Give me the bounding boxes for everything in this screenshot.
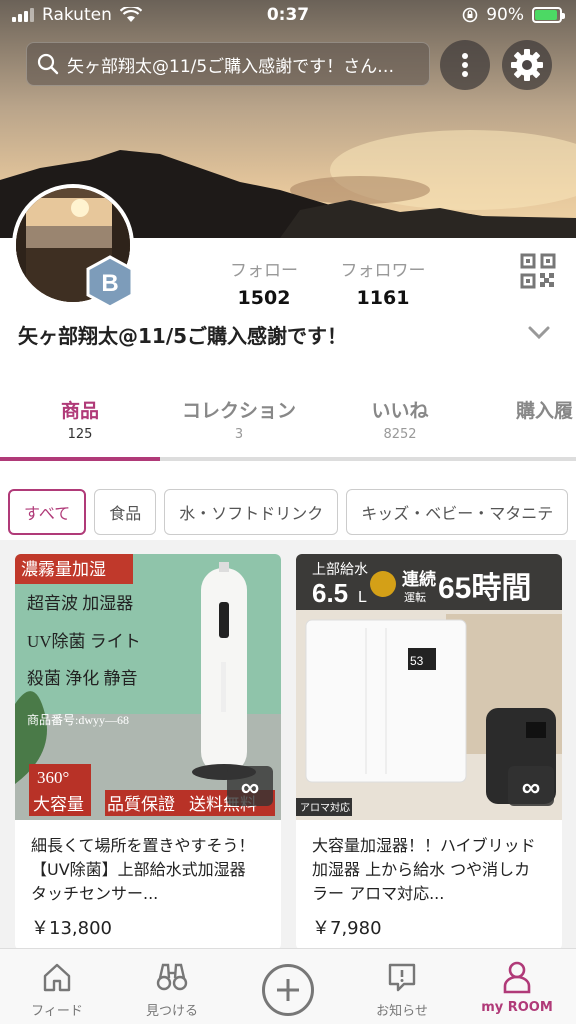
search-icon (37, 53, 59, 75)
product-title: 細長くて場所を置きやすそう！【UV除菌】上部給水式加湿器 タッチセンサー... (31, 836, 262, 903)
nav-discover[interactable]: 見つける (117, 954, 227, 1019)
user-icon (503, 961, 531, 994)
followers-stat[interactable]: フォロワー 1161 (334, 256, 432, 309)
more-button[interactable] (440, 40, 490, 90)
following-label: フォロー (230, 261, 298, 281)
followers-count: 1161 (356, 287, 410, 309)
tab-label: いいね (371, 400, 429, 422)
tab-count: 125 (67, 427, 93, 442)
product-title: 大容量加湿器！！ハイブリッド加湿器 上から給水 つや消しカラー アロマ対応... (312, 836, 536, 903)
rank-badge-icon: B (86, 255, 134, 309)
chevron-down-icon[interactable] (522, 318, 556, 348)
rotation-lock-icon (462, 7, 478, 23)
profile-name: 矢ヶ部翔太@11/5ご購入感謝です！ (18, 324, 348, 348)
tab-label: コレクション (181, 400, 296, 422)
svg-text:上部給水: 上部給水 (312, 561, 368, 577)
svg-text:商品番号:dwyy—68: 商品番号:dwyy—68 (27, 712, 129, 727)
chip-kids[interactable]: キッズ・ベビー・マタニテ (346, 489, 569, 535)
chip-drinks[interactable]: 水・ソフトドリンク (164, 489, 339, 535)
product-image: 上部給水 6.5 L 連続 運転 65時間 53 ∞ アロマ対応 (296, 554, 562, 820)
nav-feed[interactable]: フィード (2, 954, 112, 1019)
nav-label: フィード (31, 1004, 83, 1019)
tab-label: 購入履 (516, 400, 574, 422)
binoculars-icon (156, 963, 188, 991)
svg-text:53: 53 (410, 654, 424, 668)
battery-percent: 90% (486, 5, 524, 25)
svg-text:65時間: 65時間 (438, 572, 531, 605)
svg-text:∞: ∞ (241, 772, 260, 802)
status-bar: Rakuten 0:37 90% (0, 0, 576, 32)
svg-text:殺菌 浄化 静音: 殺菌 浄化 静音 (27, 669, 138, 688)
svg-text:L: L (358, 589, 367, 606)
svg-text:B: B (101, 270, 118, 297)
search-text: 矢ヶ部翔太@11/5ご購入感謝です！さん… (67, 56, 395, 77)
more-vertical-icon (462, 53, 468, 77)
chip-food[interactable]: 食品 (94, 489, 157, 535)
nav-notifications[interactable]: お知らせ (347, 954, 457, 1019)
qr-code-icon[interactable] (520, 253, 556, 289)
following-count: 1502 (237, 287, 291, 309)
search-bar[interactable]: 矢ヶ部翔太@11/5ご購入感謝です！さん… (26, 42, 430, 86)
nav-label: お知らせ (376, 1004, 428, 1019)
svg-text:UV除菌 ライト: UV除菌 ライト (27, 632, 141, 651)
tab-products[interactable]: 商品 125 (40, 396, 120, 442)
nav-label: my ROOM (481, 1000, 553, 1015)
add-button[interactable] (262, 964, 314, 1016)
tab-collections[interactable]: コレクション 3 (170, 396, 308, 442)
product-card[interactable]: 上部給水 6.5 L 連続 運転 65時間 53 ∞ アロマ対応 大容量加湿器！… (296, 554, 562, 950)
svg-text:運転: 運転 (404, 591, 426, 604)
tab-count: 3 (234, 427, 244, 442)
tab-purchase-history[interactable]: 購入履 (516, 396, 576, 423)
category-chips: すべて 食品 水・ソフトドリンク キッズ・ベビー・マタニテ (8, 489, 569, 535)
product-card[interactable]: 濃霧量加湿 超音波 加湿器 UV除菌 ライト 殺菌 浄化 静音 商品番号:dwy… (15, 554, 281, 950)
product-price: ￥13,800 (31, 918, 112, 939)
settings-button[interactable] (502, 40, 552, 90)
svg-text:アロマ対応: アロマ対応 (300, 801, 350, 814)
tab-indicator (0, 457, 576, 461)
svg-text:∞: ∞ (522, 772, 541, 802)
chip-all[interactable]: すべて (8, 489, 87, 535)
svg-text:超音波 加湿器: 超音波 加湿器 (27, 594, 133, 613)
svg-text:6.5: 6.5 (312, 578, 348, 608)
product-image: 濃霧量加湿 超音波 加湿器 UV除菌 ライト 殺菌 浄化 静音 商品番号:dwy… (15, 554, 281, 820)
gear-icon (511, 49, 543, 81)
svg-text:大容量: 大容量 (33, 795, 84, 814)
following-stat[interactable]: フォロー 1502 (222, 256, 306, 309)
svg-text:360°: 360° (37, 768, 69, 787)
battery-icon (532, 7, 565, 23)
svg-text:品質保證: 品質保證 (107, 795, 175, 814)
svg-text:連続: 連続 (402, 569, 436, 589)
nav-my-room[interactable]: my ROOM (462, 954, 572, 1015)
tab-count: 8252 (383, 427, 417, 442)
notification-icon (388, 963, 416, 992)
followers-label: フォロワー (340, 261, 426, 281)
nav-label: 見つける (145, 1004, 198, 1019)
home-icon (43, 963, 71, 992)
tab-likes[interactable]: いいね 8252 (350, 396, 450, 442)
product-price: ￥7,980 (312, 918, 382, 939)
tab-label: 商品 (60, 400, 99, 422)
plus-icon (277, 979, 299, 1001)
svg-text:濃霧量加湿: 濃霧量加湿 (21, 560, 106, 579)
